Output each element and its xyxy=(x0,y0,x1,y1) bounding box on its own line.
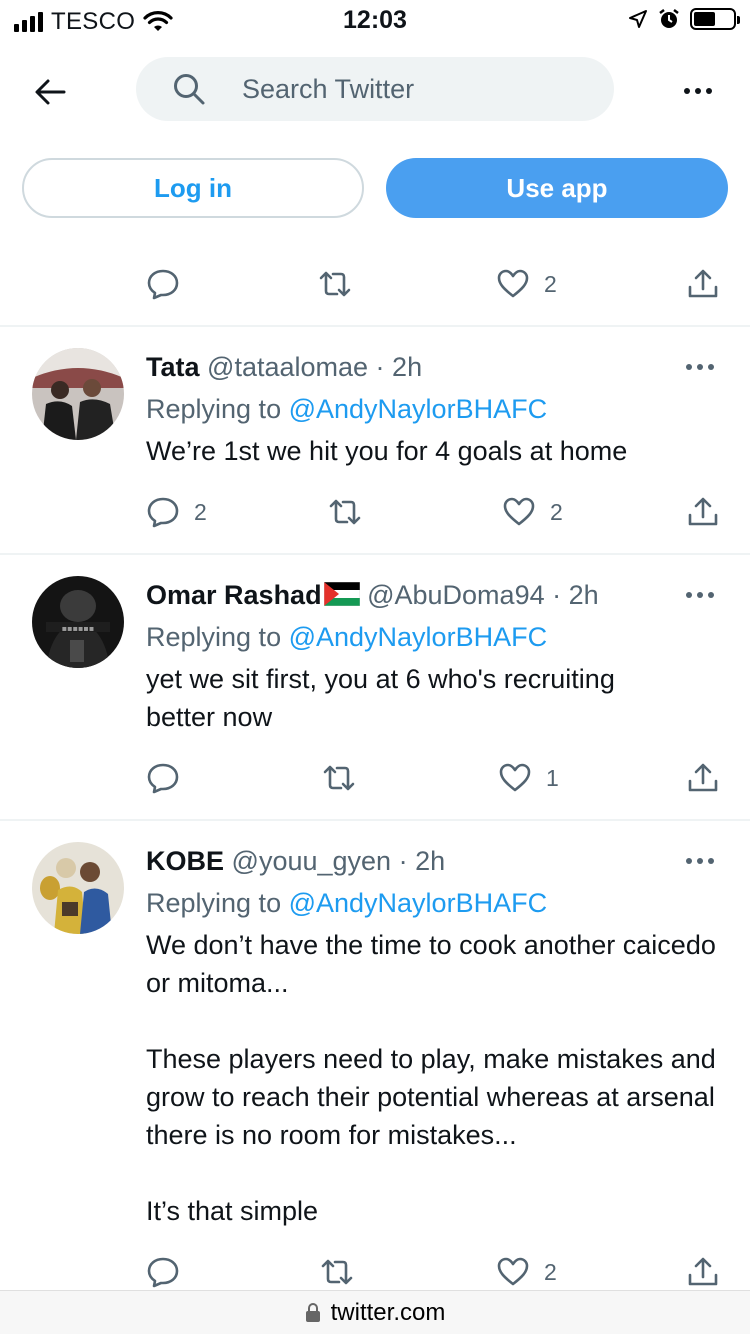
reply-icon xyxy=(147,497,179,528)
retweet-button[interactable] xyxy=(322,758,356,798)
replying-prefix: Replying to xyxy=(146,888,289,918)
search-box[interactable] xyxy=(136,57,614,121)
user-handle[interactable]: @tataalomae xyxy=(207,352,368,382)
palestine-flag-icon xyxy=(323,581,360,607)
like-button[interactable]: 1 xyxy=(498,758,559,798)
separator-dot: · xyxy=(552,580,569,610)
replying-to-link[interactable]: @AndyNaylorBHAFC xyxy=(289,394,547,424)
tweet-header: Omar Rashad @AbuDoma94 · 2h xyxy=(146,580,599,611)
tweet-actions: 2 xyxy=(146,1252,726,1292)
share-icon xyxy=(688,497,718,526)
retweet-button[interactable] xyxy=(328,492,362,532)
url-bar[interactable]: twitter.com xyxy=(0,1290,750,1334)
more-options-icon[interactable] xyxy=(684,88,712,94)
top-header xyxy=(0,44,750,134)
battery-icon xyxy=(690,8,740,30)
display-name[interactable]: Omar Rashad xyxy=(146,580,322,610)
svg-text:▪▪▪▪▪▪: ▪▪▪▪▪▪ xyxy=(62,624,95,633)
user-handle[interactable]: @youu_gyen xyxy=(232,846,392,876)
tweet-time[interactable]: 2h xyxy=(392,352,422,382)
tweet-time[interactable]: 2h xyxy=(569,580,599,610)
user-handle[interactable]: @AbuDoma94 xyxy=(367,580,545,610)
retweet-button[interactable] xyxy=(320,1252,354,1292)
tweet-text: We’re 1st we hit you for 4 goals at home xyxy=(146,436,628,466)
reply-button[interactable] xyxy=(146,264,180,304)
display-name[interactable]: KOBE xyxy=(146,846,224,876)
replying-prefix: Replying to xyxy=(146,394,289,424)
share-button[interactable] xyxy=(686,1252,720,1292)
alarm-icon xyxy=(659,9,679,28)
tweet-time[interactable]: 2h xyxy=(415,846,445,876)
use-app-button[interactable]: Use app xyxy=(386,158,728,218)
heart-icon xyxy=(499,763,531,792)
reply-icon xyxy=(147,1257,179,1288)
tweet-more-icon[interactable] xyxy=(686,592,714,598)
tweet-more-icon[interactable] xyxy=(686,858,714,864)
url-text[interactable]: twitter.com xyxy=(331,1299,446,1327)
share-button[interactable] xyxy=(686,492,720,532)
auth-bar: Log in Use app xyxy=(0,158,750,220)
avatar[interactable] xyxy=(32,842,124,934)
tweet-header: KOBE @youu_gyen · 2h xyxy=(146,846,445,877)
search-icon xyxy=(174,74,205,105)
reply-button[interactable] xyxy=(146,1252,180,1292)
avatar[interactable] xyxy=(32,348,124,440)
like-button[interactable]: 2 xyxy=(496,1252,557,1292)
share-icon xyxy=(688,763,718,792)
like-count: 2 xyxy=(544,270,557,297)
like-button[interactable]: 2 xyxy=(502,492,563,532)
heart-icon xyxy=(497,1257,529,1286)
reply-button[interactable]: 2 xyxy=(146,492,207,532)
like-button[interactable]: 2 xyxy=(496,264,557,304)
like-count: 1 xyxy=(546,764,559,791)
search-input[interactable] xyxy=(242,73,572,105)
tweet[interactable]: KOBE @youu_gyen · 2h Replying to @AndyNa… xyxy=(0,820,750,1290)
retweet-icon xyxy=(321,1259,353,1285)
reply-icon xyxy=(147,269,179,300)
replying-to-line: Replying to @AndyNaylorBHAFC xyxy=(146,394,547,425)
tweet[interactable]: ▪▪▪▪▪▪ Omar Rashad @AbuDoma94 · 2h Reply… xyxy=(0,554,750,820)
replying-prefix: Replying to xyxy=(146,622,289,652)
like-count: 2 xyxy=(550,498,563,525)
tweet[interactable]: Tata @tataalomae · 2h Replying to @AndyN… xyxy=(0,326,750,554)
tweet-actions: 1 xyxy=(146,758,726,798)
replying-to-link[interactable]: @AndyNaylorBHAFC xyxy=(289,622,547,652)
retweet-icon xyxy=(323,765,355,791)
separator-dot: · xyxy=(375,352,393,382)
reply-button[interactable] xyxy=(146,758,180,798)
status-right xyxy=(628,8,740,30)
login-button[interactable]: Log in xyxy=(22,158,364,218)
retweet-icon xyxy=(319,271,351,297)
separator-dot: · xyxy=(398,846,416,876)
heart-icon xyxy=(497,269,529,298)
reply-icon xyxy=(147,763,179,794)
status-bar: TESCO 12:03 xyxy=(0,0,750,40)
display-name[interactable]: Tata xyxy=(146,352,200,382)
tweet-header: Tata @tataalomae · 2h xyxy=(146,352,422,383)
retweet-button[interactable] xyxy=(318,264,352,304)
share-button[interactable] xyxy=(686,264,720,304)
tweet-more-icon[interactable] xyxy=(686,364,714,370)
location-arrow-icon xyxy=(629,10,647,28)
tweet-text: We don’t have the time to cook another c… xyxy=(146,930,716,1226)
tweet-actions: 2 2 xyxy=(146,492,726,532)
heart-icon xyxy=(503,497,535,526)
share-button[interactable] xyxy=(686,758,720,798)
replying-to-link[interactable]: @AndyNaylorBHAFC xyxy=(289,888,547,918)
share-icon xyxy=(688,269,718,298)
share-icon xyxy=(688,1257,718,1286)
avatar[interactable]: ▪▪▪▪▪▪ xyxy=(32,576,124,668)
lock-icon xyxy=(305,1302,320,1322)
back-arrow-icon[interactable] xyxy=(30,72,70,112)
tweet-actions: 2 xyxy=(146,264,726,304)
like-count: 2 xyxy=(544,1258,557,1285)
reply-count: 2 xyxy=(194,498,207,525)
replying-to-line: Replying to @AndyNaylorBHAFC xyxy=(146,622,547,653)
tweet-text: yet we sit first, you at 6 who's recruit… xyxy=(146,664,615,732)
retweet-icon xyxy=(329,499,361,525)
replying-to-line: Replying to @AndyNaylorBHAFC xyxy=(146,888,547,919)
